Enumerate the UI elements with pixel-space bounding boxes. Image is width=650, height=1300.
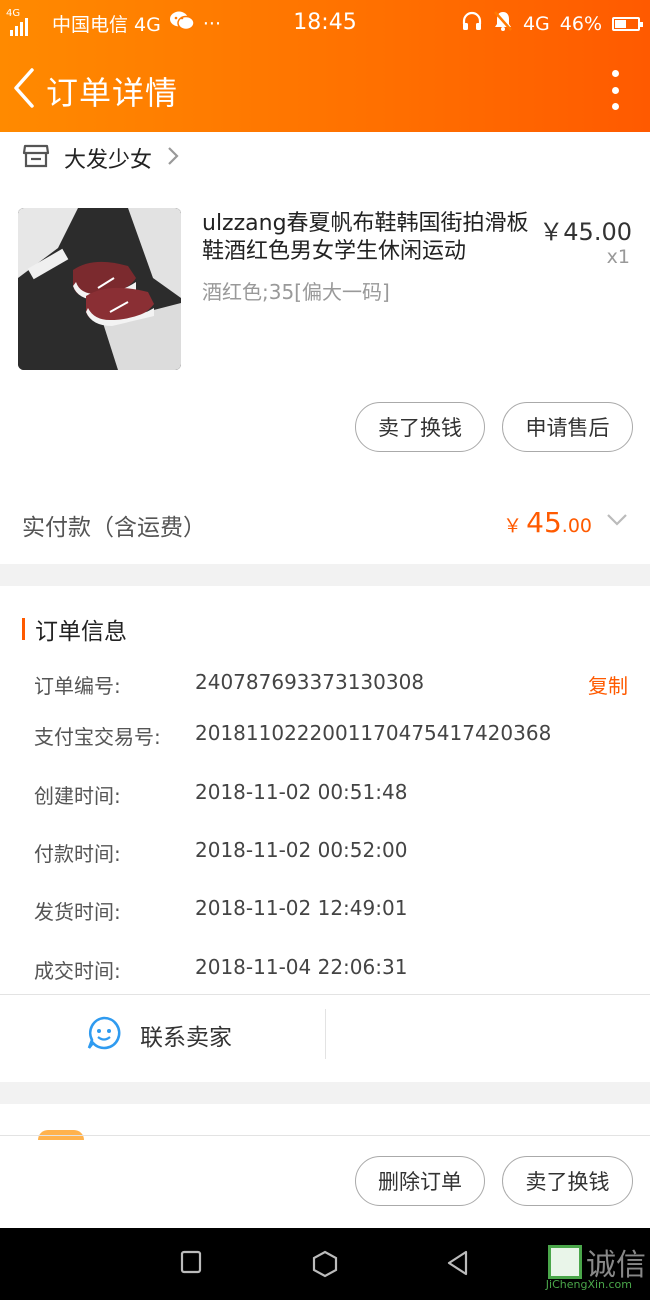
created-time: 2018-11-02 00:51:48 <box>195 780 408 804</box>
completed-time-row: 成交时间: 2018-11-04 22:06:31 <box>34 955 408 983</box>
watermark-url: JiChengXin.com <box>545 1278 632 1291</box>
product-price: ￥45.00 <box>539 218 632 246</box>
nav-bar: 订单详情 <box>0 48 650 132</box>
chat-face-icon <box>86 1015 122 1055</box>
watermark-icon <box>548 1245 582 1279</box>
product-card: 大发少女 ulzzang春夏帆布鞋韩国街拍滑板鞋酒红色男女学生休闲运动 酒红色;… <box>0 132 650 564</box>
home-icon[interactable] <box>312 1250 338 1282</box>
headphone-icon <box>461 10 483 37</box>
order-number-row: 订单编号: 240787693373130308 <box>34 670 425 698</box>
copy-button[interactable]: 复制 <box>588 670 628 699</box>
mute-bell-icon <box>493 10 513 37</box>
paid-time-row: 付款时间: 2018-11-02 00:52:00 <box>34 838 408 866</box>
order-info-header: 订单信息 <box>22 612 127 646</box>
battery-percent: 46% <box>559 12 602 35</box>
more-menu-button[interactable] <box>610 70 620 110</box>
product-quantity: x1 <box>606 246 630 268</box>
paid-amount: ￥ 45.00 <box>503 506 592 539</box>
paid-time: 2018-11-02 00:52:00 <box>195 838 408 862</box>
sell-for-cash-bottom-button[interactable]: 卖了换钱 <box>502 1156 633 1206</box>
shop-name: 大发少女 <box>64 148 153 173</box>
recent-apps-icon[interactable] <box>180 1250 202 1278</box>
product-image[interactable] <box>18 208 181 370</box>
shop-link[interactable]: 大发少女 <box>22 142 180 174</box>
back-button[interactable] <box>10 66 40 110</box>
delete-order-button[interactable]: 删除订单 <box>355 1156 485 1206</box>
paid-amount-label: 实付款（含运费） <box>22 515 206 541</box>
section-title: 订单信息 <box>35 619 127 645</box>
app-header: 4G 中国电信 4G ··· 18:45 4G 46% 订单详情 <box>0 0 650 132</box>
completed-time: 2018-11-04 22:06:31 <box>195 955 408 979</box>
sell-for-cash-button[interactable]: 卖了换钱 <box>355 402 485 452</box>
contact-seller-button[interactable]: 联系卖家 <box>86 1015 232 1055</box>
chevron-down-icon[interactable] <box>606 512 628 526</box>
created-time-row: 创建时间: 2018-11-02 00:51:48 <box>34 780 408 808</box>
shipped-time-row: 发货时间: 2018-11-02 12:49:01 <box>34 896 408 924</box>
system-nav-bar: 诚信 JiChengXin.com <box>0 1228 650 1300</box>
back-nav-icon[interactable] <box>446 1250 468 1280</box>
shop-icon <box>22 143 50 173</box>
shipped-time: 2018-11-02 12:49:01 <box>195 896 408 920</box>
battery-icon <box>612 16 643 31</box>
page-title: 订单详情 <box>46 74 179 112</box>
product-variant: 酒红色;35[偏大一码] <box>202 280 390 304</box>
recommendation-card: 删除订单 卖了换钱 <box>0 1104 650 1228</box>
status-bar: 4G 中国电信 4G ··· 18:45 4G 46% <box>0 0 650 48</box>
chevron-right-icon <box>166 145 180 171</box>
after-sale-button[interactable]: 申请售后 <box>502 402 633 452</box>
contact-bar: 联系卖家 <box>0 995 650 1082</box>
order-info-card: 订单信息 订单编号: 240787693373130308 复制 支付宝交易号:… <box>0 586 650 1082</box>
alipay-trade-row: 支付宝交易号: 2018110222001170475417420368 <box>34 721 552 749</box>
network-label: 4G <box>522 12 550 35</box>
battery-fill <box>615 19 626 28</box>
product-name[interactable]: ulzzang春夏帆布鞋韩国街拍滑板鞋酒红色男女学生休闲运动 <box>202 210 532 266</box>
alipay-trade-number: 2018110222001170475417420368 <box>195 721 552 745</box>
order-number: 240787693373130308 <box>195 670 425 694</box>
